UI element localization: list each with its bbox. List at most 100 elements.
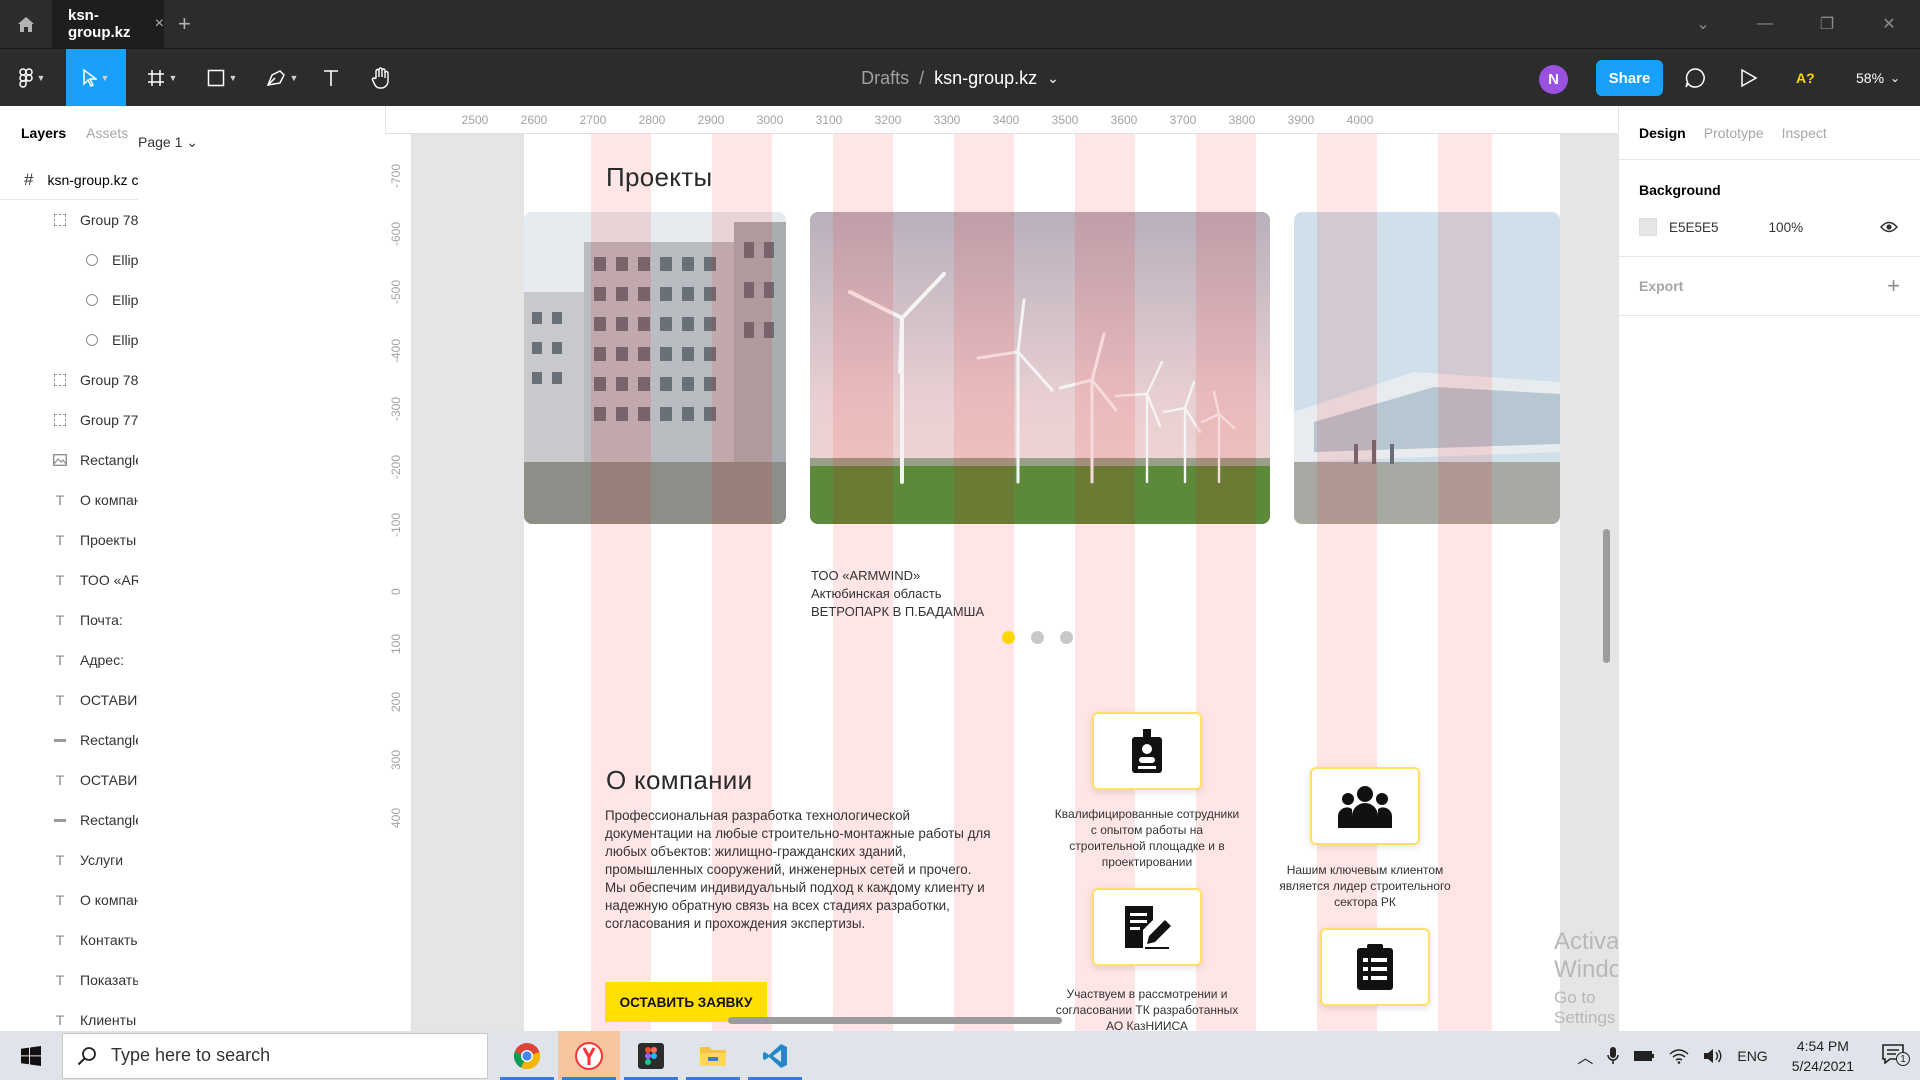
background-fill-row: E5E5E5 100% (1639, 198, 1900, 256)
file-tab[interactable]: ksn-group.kz × (52, 0, 164, 48)
new-tab-button[interactable]: + (178, 11, 191, 37)
close-window-button[interactable]: ✕ (1858, 0, 1920, 48)
tab-inspect[interactable]: Inspect (1782, 125, 1827, 141)
notifications-button[interactable]: 1 (1882, 1044, 1910, 1067)
ruler-tick: 200 (389, 691, 403, 712)
eye-icon[interactable] (1880, 221, 1898, 233)
carousel-dot-2[interactable] (1031, 631, 1044, 644)
restore-button[interactable]: ❐ (1796, 0, 1858, 48)
ruler-tick: -500 (389, 280, 403, 305)
tab-design[interactable]: Design (1639, 125, 1686, 141)
ellipse-icon (86, 254, 98, 266)
home-button[interactable] (0, 0, 52, 48)
vscode-app[interactable] (744, 1031, 806, 1080)
watermark-title: Activate Windows (1554, 928, 1618, 983)
folder-icon (700, 1046, 726, 1066)
background-hex[interactable]: E5E5E5 (1669, 220, 1719, 235)
file-name[interactable]: ksn-group.kz (934, 68, 1037, 89)
ellipse-icon (86, 334, 98, 346)
input-language[interactable]: ENG (1737, 1048, 1767, 1064)
feature-card-staff[interactable] (1092, 712, 1202, 790)
ruler-tick: 2600 (520, 113, 548, 127)
canvas[interactable]: 2500 2600 2700 2800 2900 3000 3100 3200 3300 3400… (386, 106, 1618, 1031)
ruler-tick: 3100 (815, 113, 843, 127)
text-layer-icon: T (55, 652, 65, 668)
design-frame[interactable]: Проекты ТОО «ARMWIND» Актюбинская област… (524, 134, 1560, 1031)
background-opacity[interactable]: 100% (1769, 220, 1804, 235)
caption-line: ТОО «ARMWIND» (811, 568, 921, 583)
figma-app[interactable] (620, 1031, 682, 1080)
layer-name: Group 781 (80, 212, 147, 228)
minimize-button[interactable]: — (1734, 0, 1796, 48)
tab-prototype[interactable]: Prototype (1704, 125, 1764, 141)
zoom-dropdown[interactable]: 58% ⌄ (1856, 49, 1900, 107)
share-button[interactable]: Share (1596, 60, 1663, 96)
file-explorer-app[interactable] (682, 1031, 744, 1080)
left-panel-tabs: Layers Assets Page 1 ⌄ (0, 106, 1174, 1031)
tabs-dropdown-button[interactable]: ⌄ (1672, 0, 1734, 48)
figma-window: ksn-group.kz × + ⌄ — ❐ ✕ ▼ ▼ ▼ ▼ ▼ Draft… (0, 0, 1920, 1080)
clock-time: 4:54 PM (1796, 1037, 1849, 1054)
ruler-tick: 2800 (638, 113, 666, 127)
tray-chevron-icon[interactable]: ︿ (1577, 1044, 1593, 1068)
present-button[interactable] (1734, 49, 1764, 107)
wifi-icon[interactable] (1669, 1048, 1689, 1064)
about-title: О компании (606, 765, 753, 795)
export-section: Export + (1619, 257, 1920, 316)
comment-icon (1685, 68, 1705, 88)
text-layer-icon: T (55, 692, 65, 708)
background-color-swatch[interactable] (1639, 218, 1657, 236)
start-button[interactable] (0, 1031, 62, 1080)
group-icon (54, 414, 66, 426)
background-title: Background (1639, 182, 1721, 198)
tab-layers[interactable]: Layers (21, 125, 66, 141)
system-tray: ︿ ENG 4:54 PM 5/24/2021 1 (1577, 1031, 1920, 1080)
feature-card-clients[interactable] (1310, 767, 1420, 845)
carousel-dot-1[interactable] (1002, 631, 1015, 644)
ruler-tick: 100 (389, 633, 403, 654)
comment-button[interactable] (1680, 49, 1710, 107)
text-layer-icon: T (55, 892, 65, 908)
battery-icon[interactable] (1633, 1049, 1655, 1063)
clock-date: 5/24/2021 (1791, 1057, 1854, 1074)
layer-name: Group 779 (80, 412, 147, 428)
breadcrumb-drafts[interactable]: Drafts (861, 68, 909, 89)
feature-card-review[interactable] (1092, 888, 1202, 966)
chrome-app[interactable] (496, 1031, 558, 1080)
tab-assets[interactable]: Assets (86, 125, 128, 141)
windows-activation-watermark: Activate Windows Go to Settings to activ… (1554, 928, 1618, 1031)
ruler-tick: 3300 (933, 113, 961, 127)
layer-name: Услуги (80, 852, 124, 868)
microphone-icon[interactable] (1607, 1046, 1620, 1065)
add-export-icon[interactable]: + (1887, 273, 1900, 299)
text-layer-icon: T (55, 572, 65, 588)
user-avatar[interactable]: N (1539, 65, 1568, 94)
close-tab-icon[interactable]: × (155, 15, 164, 33)
about-paragraph: Мы обеспечим индивидуальный подход к каж… (605, 880, 985, 931)
export-title: Export (1639, 278, 1684, 294)
accessibility-button[interactable]: A? (1796, 49, 1815, 107)
carousel-dot-3[interactable] (1060, 631, 1073, 644)
chrome-icon (513, 1042, 541, 1069)
feature-text-clients: Нашим ключевым клиентом является лидер с… (1279, 863, 1451, 909)
horizontal-scrollbar[interactable] (728, 1017, 1062, 1024)
background-section: Background E5E5E5 100% (1619, 160, 1920, 257)
text-layer-icon: T (55, 972, 65, 988)
vertical-scrollbar[interactable] (1603, 529, 1610, 663)
ellipse-icon (86, 294, 98, 306)
feature-text-review: Участвуем в рассмотрении и согласовании … (1055, 987, 1239, 1031)
ruler-tick: -400 (389, 338, 403, 363)
layer-name: Group 780 (80, 372, 147, 388)
feature-card-checklist[interactable] (1320, 928, 1430, 1006)
yandex-app[interactable] (558, 1031, 620, 1080)
ruler-tick: 2500 (461, 113, 489, 127)
taskbar-search[interactable]: Type here to search (62, 1032, 488, 1079)
checklist-icon (1357, 944, 1393, 990)
volume-icon[interactable] (1703, 1048, 1723, 1064)
chevron-down-icon: ⌄ (1890, 71, 1901, 85)
request-button[interactable]: ОСТАВИТЬ ЗАЯВКУ (605, 982, 767, 1022)
ruler-tick: 400 (389, 808, 403, 829)
file-menu-chevron-icon[interactable]: ⌄ (1047, 70, 1059, 87)
system-clock[interactable]: 4:54 PM 5/24/2021 (1792, 1036, 1854, 1076)
zoom-level: 58% (1856, 70, 1885, 86)
